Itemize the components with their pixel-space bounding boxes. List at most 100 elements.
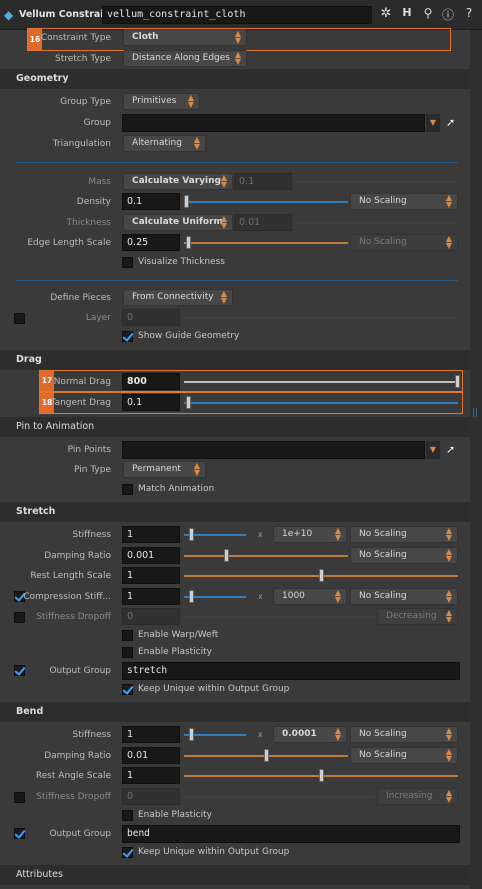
drag-section-header[interactable]: Drag: [0, 350, 470, 370]
match-animation-checkbox[interactable]: [122, 484, 133, 495]
stretch-dropoff-label: Stiffness Dropoff: [36, 612, 111, 622]
gear-icon[interactable]: ✲: [378, 6, 394, 22]
density-field[interactable]: 0.1: [122, 193, 180, 210]
normal-drag-slider-knob[interactable]: [455, 375, 460, 388]
group-type-menu[interactable]: Primitives ▲ ▼: [123, 93, 200, 110]
warp-weft-label: Enable Warp/Weft: [138, 630, 219, 640]
rest-length-scale-slider-knob[interactable]: [319, 569, 324, 582]
select-arrow-icon[interactable]: ➚: [446, 116, 458, 130]
bend-stiffness-scaling-menu[interactable]: No Scaling ▲ ▼: [350, 726, 458, 743]
stretch-stiffness-scaling-menu[interactable]: No Scaling ▲ ▼: [350, 526, 458, 543]
pin-type-value: Permanent: [132, 464, 181, 474]
stretch-stiffness-multiplier-menu[interactable]: 1e+10 ▲ ▼: [273, 526, 347, 543]
normal-drag-slider[interactable]: [184, 381, 458, 383]
tangent-drag-slider[interactable]: [184, 402, 458, 404]
edge-length-scale-slider-knob[interactable]: [186, 236, 191, 249]
rest-angle-scale-slider-knob[interactable]: [319, 769, 324, 782]
show-guide-checkbox[interactable]: [122, 331, 133, 342]
menu-arrows-icon: ▲ ▼: [445, 726, 453, 742]
density-slider[interactable]: [184, 201, 348, 203]
stretch-type-label: Stretch Type: [55, 54, 111, 64]
stretch-plasticity-checkbox[interactable]: [122, 647, 133, 658]
warp-weft-checkbox[interactable]: [122, 630, 133, 641]
mass-mode-menu[interactable]: Calculate Varying ▲ ▼: [123, 173, 233, 190]
bend-dropoff-mode-value: Increasing: [386, 791, 433, 801]
pin-points-field[interactable]: [122, 441, 425, 459]
stretch-stiffness-slider-knob[interactable]: [189, 528, 194, 541]
group-field[interactable]: [122, 114, 425, 132]
compression-stiffness-slider-knob[interactable]: [189, 590, 194, 603]
stretch-dropoff-slider: [184, 616, 374, 618]
tangent-drag-slider-knob[interactable]: [186, 396, 191, 409]
bend-keep-unique-checkbox[interactable]: [122, 847, 133, 858]
bend-stiffness-multiplier-menu[interactable]: 0.0001 ▲ ▼: [273, 726, 347, 743]
bend-damping-field[interactable]: 0.01: [122, 747, 180, 764]
stretch-damping-field[interactable]: 0.001: [122, 547, 180, 564]
compression-stiffness-multiplier-menu[interactable]: 1000 ▲ ▼: [273, 588, 347, 605]
bend-stiffness-slider-knob[interactable]: [189, 728, 194, 741]
visualize-thickness-label: Visualize Thickness: [138, 257, 225, 267]
stretch-damping-scaling-value: No Scaling: [359, 550, 407, 560]
show-guide-label: Show Guide Geometry: [138, 331, 240, 341]
stretch-damping-scaling-menu[interactable]: No Scaling ▲ ▼: [350, 547, 458, 564]
stretch-stiffness-field[interactable]: 1: [122, 526, 180, 543]
stretch-type-menu[interactable]: Distance Along Edges ▲ ▼: [123, 50, 247, 67]
menu-arrows-icon: ▲ ▼: [445, 788, 453, 804]
triangulation-menu[interactable]: Alternating ▲ ▼: [123, 135, 206, 152]
stretch-damping-slider[interactable]: [184, 555, 348, 557]
thickness-mode-menu[interactable]: Calculate Uniform ▲ ▼: [123, 214, 233, 231]
mass-field: 0.1: [234, 173, 292, 190]
stretch-damping-slider-knob[interactable]: [224, 549, 229, 562]
info-icon[interactable]: ⓘ: [441, 6, 455, 22]
divider: [16, 280, 458, 281]
edge-length-scale-field[interactable]: 0.25: [122, 234, 180, 251]
visualize-thickness-checkbox[interactable]: [122, 257, 133, 268]
rest-angle-scale-field[interactable]: 1: [122, 767, 180, 784]
menu-arrows-icon: ▲ ▼: [220, 214, 228, 230]
pin-points-dropdown-icon[interactable]: ▼: [426, 441, 440, 459]
edge-length-scale-scaling-menu[interactable]: No Scaling ▲ ▼: [350, 234, 458, 251]
menu-arrows-icon: ▲ ▼: [334, 726, 342, 742]
parameter-editor: ◆ Vellum Constraints vellum_constraint_c…: [0, 0, 482, 889]
bend-plasticity-checkbox[interactable]: [122, 810, 133, 821]
help-icon[interactable]: ?: [462, 6, 476, 22]
divider: [16, 162, 458, 163]
bend-section-header[interactable]: Bend: [0, 702, 470, 722]
select-arrow-icon[interactable]: ➚: [446, 443, 458, 457]
bend-damping-slider-knob[interactable]: [264, 749, 269, 762]
rest-angle-scale-label: Rest Angle Scale: [35, 771, 111, 781]
pin-section-header[interactable]: Pin to Animation: [0, 417, 470, 437]
menu-arrows-icon: ▲ ▼: [445, 588, 453, 604]
stretch-keep-unique-checkbox[interactable]: [122, 684, 133, 695]
geometry-section-header[interactable]: Geometry: [0, 69, 470, 89]
search-icon[interactable]: ⚲: [421, 6, 435, 22]
density-slider-knob[interactable]: [184, 195, 189, 208]
compression-stiffness-field[interactable]: 1: [122, 588, 180, 605]
edge-length-scale-slider[interactable]: [184, 242, 348, 244]
define-pieces-menu[interactable]: From Connectivity ▲ ▼: [123, 289, 233, 306]
density-scaling-menu[interactable]: No Scaling ▲ ▼: [350, 193, 458, 210]
normal-drag-field[interactable]: 800: [122, 373, 180, 390]
bend-damping-scaling-menu[interactable]: No Scaling ▲ ▼: [350, 747, 458, 764]
help-book-icon[interactable]: H: [400, 6, 414, 22]
bend-output-group-field[interactable]: bend: [122, 825, 460, 843]
group-dropdown-icon[interactable]: ▼: [426, 114, 440, 132]
define-pieces-value: From Connectivity: [132, 292, 214, 302]
node-name-field[interactable]: vellum_constraint_cloth: [102, 6, 372, 24]
compression-stiffness-scaling-value: No Scaling: [359, 591, 407, 601]
multiplier-sign: x: [258, 530, 263, 539]
constraint-type-label: Constraint Type: [40, 33, 111, 43]
menu-arrows-icon: ▲ ▼: [187, 93, 195, 109]
stretch-output-group-label: Output Group: [49, 666, 111, 676]
bend-stiffness-label: Stiffness: [72, 730, 111, 740]
rest-length-scale-field[interactable]: 1: [122, 567, 180, 584]
attributes-section-header[interactable]: Attributes: [0, 865, 470, 885]
stretch-section-header[interactable]: Stretch: [0, 502, 470, 522]
scrollbar-track[interactable]: [470, 30, 482, 889]
tangent-drag-field[interactable]: 0.1: [122, 394, 180, 411]
stretch-output-group-field[interactable]: stretch: [122, 662, 460, 680]
pin-type-menu[interactable]: Permanent ▲ ▼: [123, 461, 206, 478]
constraint-type-menu[interactable]: Cloth ▲ ▼: [123, 29, 247, 46]
compression-stiffness-scaling-menu[interactable]: No Scaling ▲ ▼: [350, 588, 458, 605]
bend-stiffness-field[interactable]: 1: [122, 726, 180, 743]
